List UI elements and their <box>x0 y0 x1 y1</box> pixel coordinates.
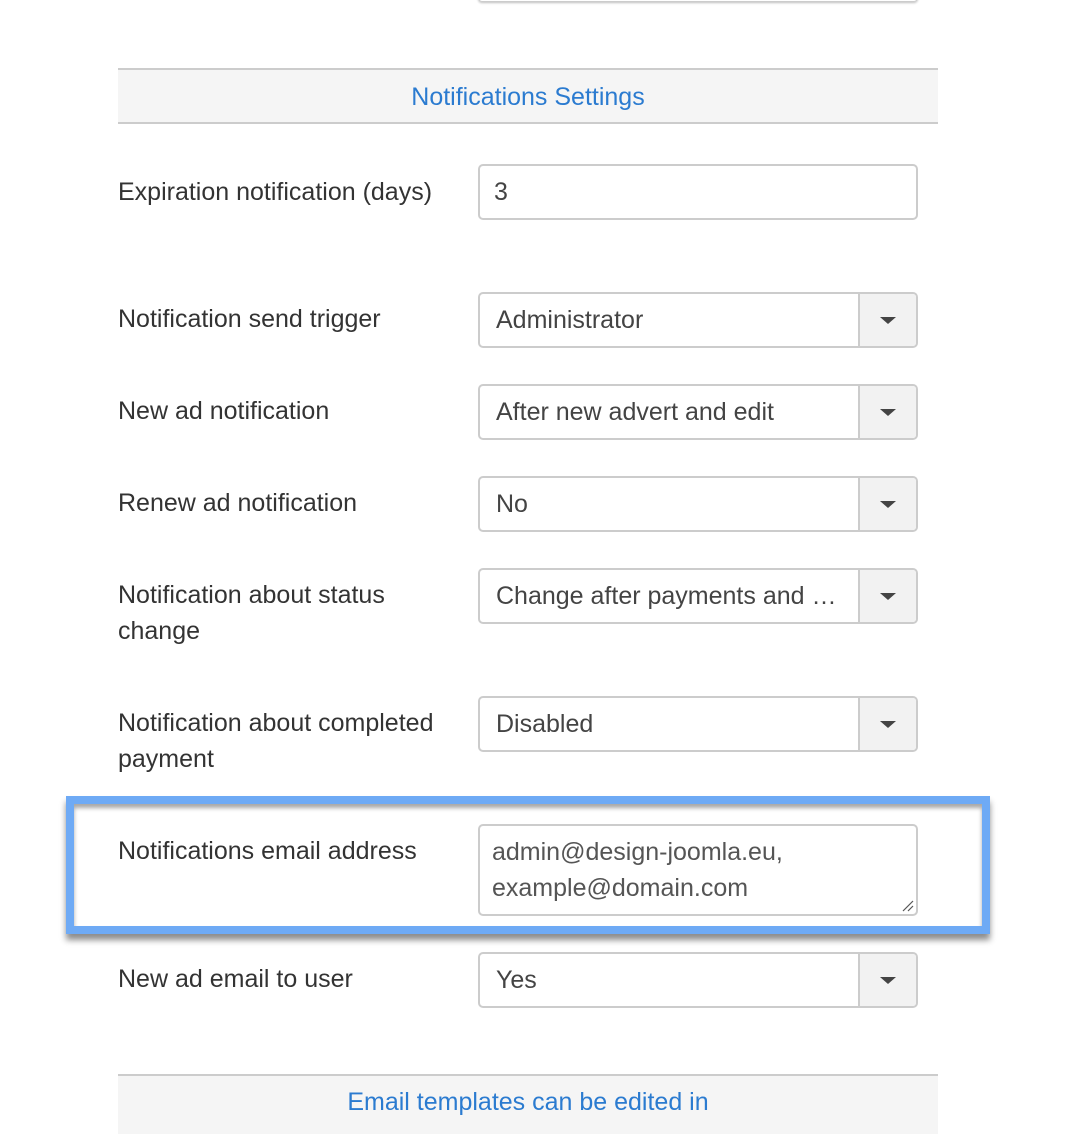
email-line-2: example@domain.com <box>492 874 749 902</box>
expiration-notification-input[interactable]: 3 <box>478 164 918 220</box>
email-templates-info: Email templates can be edited in <box>118 1074 938 1134</box>
dropdown-toggle[interactable] <box>858 570 916 622</box>
renew-ad-notification-value: No <box>496 490 528 518</box>
email-templates-link[interactable]: Email templates can be edited in <box>347 1088 708 1116</box>
status-change-notification-label: Notification about status change <box>118 581 385 645</box>
notifications-email-textarea[interactable]: admin@design-joomla.eu, example@domain.c… <box>478 824 918 916</box>
notifications-email-label: Notifications email address <box>118 837 417 865</box>
section-title: Notifications Settings <box>411 83 645 111</box>
renew-ad-notification-select[interactable]: No <box>478 476 918 532</box>
caret-down-icon <box>880 409 896 416</box>
send-trigger-select[interactable]: Administrator <box>478 292 918 348</box>
new-ad-notification-value: After new advert and edit <box>496 398 774 426</box>
send-trigger-value: Administrator <box>496 306 644 334</box>
caret-down-icon <box>880 977 896 984</box>
new-ad-notification-select[interactable]: After new advert and edit <box>478 384 918 440</box>
status-change-notification-select[interactable]: Change after payments and … <box>478 568 918 624</box>
dropdown-toggle[interactable] <box>858 698 916 750</box>
expiration-notification-label: Expiration notification (days) <box>118 178 433 206</box>
new-ad-email-user-label: New ad email to user <box>118 965 353 993</box>
caret-down-icon <box>880 721 896 728</box>
section-header-notifications: Notifications Settings <box>118 68 938 124</box>
new-ad-notification-label: New ad notification <box>118 397 330 425</box>
caret-down-icon <box>880 501 896 508</box>
dropdown-toggle[interactable] <box>858 478 916 530</box>
dropdown-toggle[interactable] <box>858 954 916 1006</box>
completed-payment-notification-label: Notification about completed payment <box>118 709 434 773</box>
completed-payment-notification-select[interactable]: Disabled <box>478 696 918 752</box>
new-ad-email-user-select[interactable]: Yes <box>478 952 918 1008</box>
renew-ad-notification-label: Renew ad notification <box>118 489 358 517</box>
email-line-1: admin@design-joomla.eu, <box>492 838 783 866</box>
completed-payment-notification-value: Disabled <box>496 710 594 738</box>
caret-down-icon <box>880 593 896 600</box>
dropdown-toggle[interactable] <box>858 294 916 346</box>
dropdown-toggle[interactable] <box>858 386 916 438</box>
caret-down-icon <box>880 317 896 324</box>
send-trigger-label: Notification send trigger <box>118 305 381 333</box>
new-ad-email-user-value: Yes <box>496 966 537 994</box>
resize-handle-icon[interactable] <box>900 898 914 912</box>
status-change-notification-value: Change after payments and … <box>496 582 837 610</box>
previous-field-input[interactable] <box>478 0 918 2</box>
